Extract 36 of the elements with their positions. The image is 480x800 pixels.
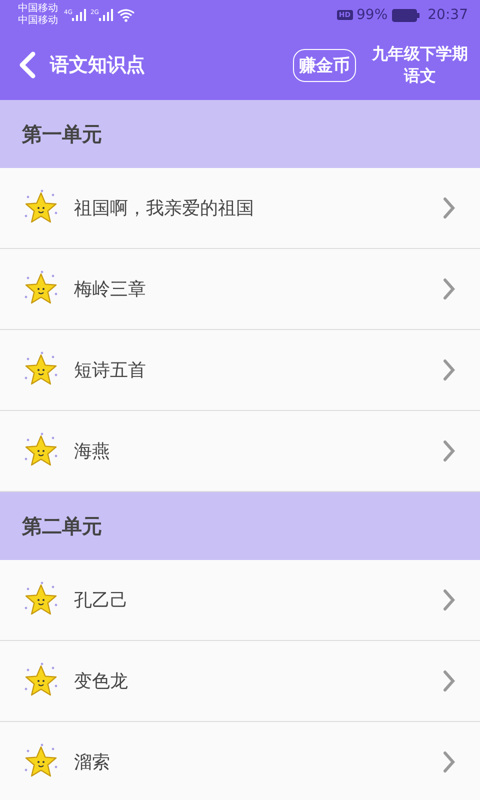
- lesson-title: 变色龙: [74, 670, 128, 693]
- carrier-name: 中国移动: [18, 3, 58, 14]
- chevron-right-icon: [442, 750, 456, 774]
- lesson-title: 短诗五首: [74, 359, 146, 382]
- section-header: 第二单元: [0, 492, 480, 560]
- signal-icon: [72, 9, 86, 21]
- battery-icon: [392, 8, 420, 22]
- clock: 20:37: [428, 7, 468, 23]
- chevron-right-icon: [442, 588, 456, 612]
- lesson-item[interactable]: 短诗五首: [0, 330, 480, 411]
- lesson-title: 孔乙己: [74, 589, 128, 612]
- chevron-right-icon: [442, 196, 456, 220]
- chevron-right-icon: [442, 439, 456, 463]
- battery-percent: 99%: [356, 7, 388, 23]
- back-icon: [18, 51, 36, 79]
- back-button[interactable]: [18, 51, 36, 79]
- lesson-item[interactable]: 溜索: [0, 722, 480, 800]
- lesson-title: 溜索: [74, 751, 110, 774]
- lesson-item[interactable]: 祖国啊，我亲爱的祖国: [0, 168, 480, 249]
- chevron-right-icon: [442, 669, 456, 693]
- lesson-item[interactable]: 孔乙己: [0, 560, 480, 641]
- lesson-title: 梅岭三章: [74, 278, 146, 301]
- chevron-right-icon: [442, 277, 456, 301]
- earn-coins-button[interactable]: 赚金币: [293, 48, 356, 82]
- chevron-right-icon: [442, 358, 456, 382]
- lesson-item[interactable]: 变色龙: [0, 641, 480, 722]
- carrier-name: 中国移动: [18, 15, 58, 27]
- wifi-icon: [116, 8, 135, 22]
- section-header: 第一单元: [0, 100, 480, 168]
- lesson-title: 祖国啊，我亲爱的祖国: [74, 197, 254, 220]
- lesson-item[interactable]: 梅岭三章: [0, 249, 480, 330]
- grade-label: 九年级下学期: [372, 43, 468, 65]
- signal-icon: [98, 9, 113, 21]
- lesson-title: 海燕: [74, 440, 110, 463]
- page-title: 语文知识点: [50, 53, 145, 78]
- grade-label: 语文: [404, 65, 436, 87]
